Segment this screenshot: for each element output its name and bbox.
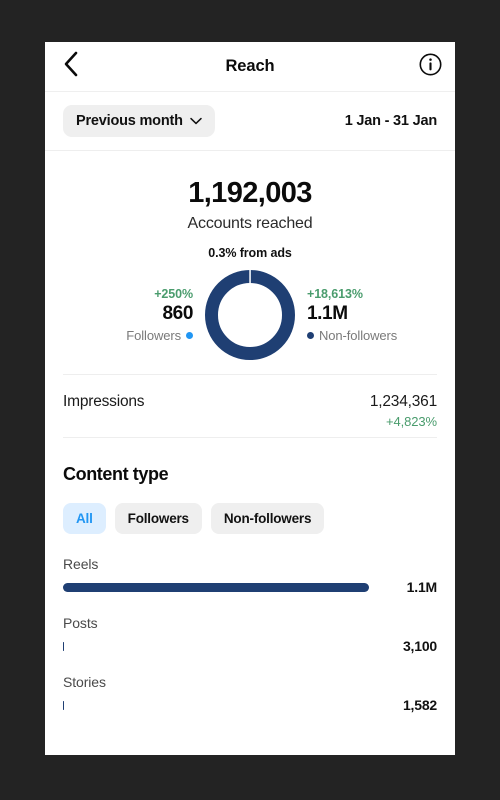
- bar-line-stories: 1,582: [63, 697, 437, 714]
- impressions-label: Impressions: [63, 393, 145, 411]
- bar-value-reels: 1.1M: [406, 579, 438, 596]
- period-selector[interactable]: Previous month: [63, 105, 215, 137]
- bar-fill-posts: [63, 641, 64, 651]
- bar-track-stories: [63, 700, 369, 710]
- followers-delta: +250%: [154, 287, 193, 302]
- reach-breakdown: +250% 860 Followers +18,613% 1.1M Non-fo…: [45, 270, 455, 374]
- content-type-title: Content type: [63, 464, 169, 485]
- chip-non-followers[interactable]: Non-followers: [210, 503, 325, 535]
- accounts-reached-value: 1,192,003: [188, 177, 312, 209]
- impressions-values: 1,234,361 +4,823%: [370, 393, 437, 429]
- reach-donut-chart: [205, 270, 295, 361]
- bar-row-stories: Stories 1,582: [63, 674, 437, 714]
- back-button[interactable]: [53, 50, 87, 84]
- followers-legend-label: Followers: [126, 328, 181, 344]
- period-selector-label: Previous month: [76, 113, 183, 129]
- bar-row-posts: Posts 3,100: [63, 615, 437, 655]
- non-followers-delta: +18,613%: [307, 287, 363, 302]
- bar-label-reels: Reels: [63, 556, 99, 573]
- bar-label-posts: Posts: [63, 615, 98, 632]
- chevron-left-icon: [62, 51, 79, 82]
- impressions-delta: +4,823%: [386, 414, 437, 430]
- bar-row-reels: Reels 1.1M: [63, 556, 438, 596]
- bar-label-stories: Stories: [63, 674, 106, 691]
- accounts-reached-label: Accounts reached: [187, 215, 313, 233]
- hero-section: 1,192,003 Accounts reached 0.3% from ads: [45, 151, 455, 260]
- page-title: Reach: [225, 57, 275, 75]
- followers-legend-dot-icon: [186, 332, 193, 340]
- non-followers-legend: Non-followers: [307, 328, 437, 343]
- non-followers-value: 1.1M: [307, 303, 348, 325]
- bar-value-stories: 1,582: [402, 697, 437, 714]
- content-type-bar-chart: Reels 1.1M Posts 3,100 Stories 1,582: [45, 534, 455, 714]
- chevron-down-icon: [190, 113, 202, 129]
- impressions-value: 1,234,361: [369, 393, 437, 411]
- bar-line-reels: 1.1M: [63, 579, 438, 596]
- impressions-row[interactable]: Impressions 1,234,361 +4,823%: [45, 375, 455, 437]
- from-ads-label: 0.3% from ads: [208, 246, 292, 261]
- date-range-label: 1 Jan - 31 Jan: [344, 113, 438, 129]
- content-type-filter-chips: All Followers Non-followers: [45, 485, 455, 535]
- info-button[interactable]: [415, 52, 445, 82]
- bar-fill-reels: [63, 582, 369, 592]
- bar-value-posts: 3,100: [402, 638, 437, 655]
- non-followers-legend-dot-icon: [307, 332, 314, 340]
- followers-value: 860: [162, 303, 193, 325]
- bar-track-reels: [63, 582, 369, 592]
- phone-card: Reach Previous month 1 Jan - 31 Jan 1,19…: [45, 42, 455, 755]
- followers-stat: +250% 860 Followers: [63, 287, 193, 343]
- info-circle-icon: [419, 53, 442, 81]
- chip-followers[interactable]: Followers: [114, 503, 202, 535]
- screen-root: Reach Previous month 1 Jan - 31 Jan 1,19…: [0, 0, 500, 800]
- bar-line-posts: 3,100: [63, 638, 437, 655]
- followers-legend: Followers: [63, 328, 193, 343]
- chip-all[interactable]: All: [63, 503, 106, 535]
- non-followers-legend-label: Non-followers: [319, 328, 398, 344]
- navigation-bar: Reach: [45, 42, 455, 92]
- bar-track-posts: [63, 641, 369, 651]
- period-row: Previous month 1 Jan - 31 Jan: [45, 92, 455, 150]
- non-followers-stat: +18,613% 1.1M Non-followers: [307, 287, 437, 343]
